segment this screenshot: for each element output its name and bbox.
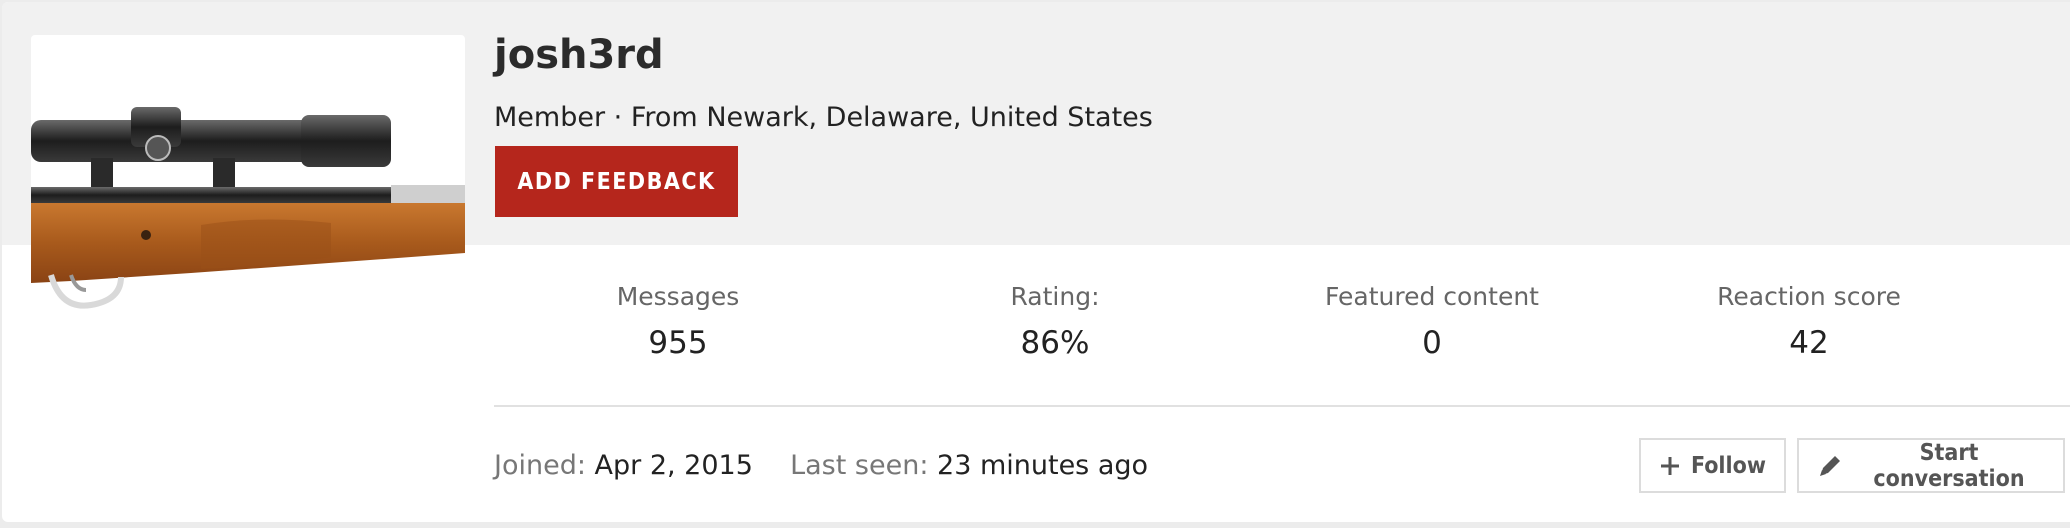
joined-label: Joined: <box>494 450 586 481</box>
member-meta: Joined: Apr 2, 2015 Last seen: 23 minute… <box>494 450 1148 481</box>
stat-reaction-score[interactable]: Reaction score 42 <box>1619 282 1999 361</box>
location-prefix: · From <box>613 102 698 133</box>
stat-value: 955 <box>648 325 708 361</box>
start-conversation-label: Start conversation <box>1873 439 2025 492</box>
member-stats: Messages 955 Rating: 86% Featured conten… <box>494 282 2070 372</box>
member-role: Member <box>494 102 606 133</box>
follow-button[interactable]: Follow <box>1639 438 1786 493</box>
stat-value: 0 <box>1422 325 1442 361</box>
last-seen-value: 23 minutes ago <box>937 450 1149 481</box>
stat-featured-content[interactable]: Featured content 0 <box>1242 282 1622 361</box>
username[interactable]: josh3rd <box>494 32 664 78</box>
add-feedback-button[interactable]: ADD FEEDBACK <box>495 146 738 217</box>
pencil-icon <box>1817 453 1843 479</box>
follow-label: Follow <box>1691 452 1766 479</box>
stat-messages[interactable]: Messages 955 <box>488 282 868 361</box>
start-conversation-button[interactable]: Start conversation <box>1797 438 2065 493</box>
stat-label: Featured content <box>1324 282 1539 311</box>
member-location[interactable]: Newark, Delaware, United States <box>706 102 1153 133</box>
avatar[interactable] <box>31 35 465 365</box>
stat-label: Rating: <box>1010 282 1100 311</box>
stat-value: 42 <box>1789 325 1829 361</box>
stat-value: 86% <box>1020 325 1090 361</box>
divider <box>494 405 2070 407</box>
stat-rating[interactable]: Rating: 86% <box>865 282 1245 361</box>
stat-label: Messages <box>616 282 740 311</box>
member-subtitle: Member · From Newark, Delaware, United S… <box>494 102 1153 133</box>
joined-date: Apr 2, 2015 <box>594 450 753 481</box>
member-profile-card: josh3rd Member · From Newark, Delaware, … <box>2 2 2070 522</box>
plus-icon <box>1659 455 1681 477</box>
rifle-with-scope-image <box>31 107 465 309</box>
stat-label: Reaction score <box>1717 282 1901 311</box>
last-seen-label: Last seen: <box>790 450 929 481</box>
